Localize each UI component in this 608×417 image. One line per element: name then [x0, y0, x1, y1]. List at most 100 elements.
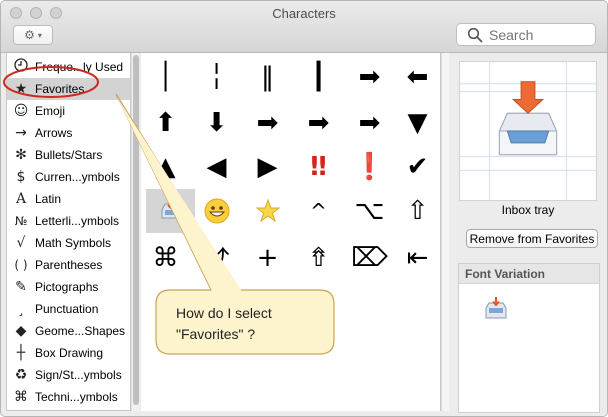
sidebar-item-frequently-used[interactable]: Freque...ly Used — [7, 56, 130, 78]
sidebar-item-latin[interactable]: A Latin — [7, 188, 130, 210]
sidebar-item-emoji[interactable]: ☺ Emoji — [7, 100, 130, 122]
diamond-icon: ◆ — [15, 323, 27, 339]
sidebar-item-label: Freque...ly Used — [35, 60, 124, 74]
sidebar-item-pictographs[interactable]: ✎ Pictographs — [7, 276, 130, 298]
character-cell[interactable]: ❗ — [345, 145, 394, 189]
character-cell[interactable]: ➡ — [243, 101, 292, 145]
inbox-tray-icon — [498, 81, 558, 156]
character-cell[interactable] — [192, 189, 241, 233]
category-sidebar: Freque...ly Used ★ Favorites ☺ Emoji → A… — [6, 53, 131, 411]
sidebar-item-label: Punctuation — [35, 302, 99, 316]
sidebar-item-geometric-shapes[interactable]: ◆ Geome...Shapes — [7, 320, 130, 342]
window-title: Characters — [272, 6, 336, 21]
sidebar-item-label: Geome...Shapes — [35, 324, 126, 338]
character-cell[interactable]: │ — [141, 55, 190, 99]
sidebar-item-currency-symbols[interactable]: $ Curren...ymbols — [7, 166, 130, 188]
clock-icon — [11, 58, 31, 76]
titlebar: Characters ⚙ ▾ — [1, 1, 607, 53]
character-info-panel: Inbox tray Remove from Favorites Font Va… — [449, 53, 607, 416]
inbox-tray-variation[interactable] — [484, 296, 508, 322]
character-cell[interactable]: ▶ — [243, 145, 292, 189]
sidebar-item-math-symbols[interactable]: √ Math Symbols — [7, 232, 130, 254]
character-cell[interactable] — [146, 189, 195, 233]
sidebar-scrollbar[interactable] — [131, 53, 139, 411]
sidebar-item-letterlike-symbols[interactable]: № Letterli...ymbols — [7, 210, 130, 232]
character-name: Inbox tray — [501, 203, 555, 217]
sidebar-item-label: Box Drawing — [35, 346, 104, 360]
grid-scrollbar[interactable] — [441, 53, 449, 411]
font-variation-header: Font Variation — [459, 264, 599, 284]
preview-guides — [460, 62, 596, 200]
remove-from-favorites-button[interactable]: Remove from Favorites — [466, 229, 598, 248]
search-field[interactable] — [456, 23, 596, 46]
star-emoji-icon — [255, 198, 280, 223]
character-preview — [459, 61, 597, 201]
sidebar-item-label: Letterli...ymbols — [35, 214, 120, 228]
sidebar-item-label: Latin — [35, 192, 62, 206]
character-cell[interactable]: ⌘ — [141, 236, 190, 280]
sidebar-item-favorites[interactable]: ★ Favorites — [7, 78, 130, 100]
character-cell[interactable]: ╎ — [192, 55, 241, 99]
comma-icon: ¸ — [17, 301, 25, 317]
sidebar-item-label: Math Symbols — [35, 236, 112, 250]
character-cell[interactable]: ⬇ — [192, 101, 241, 145]
character-cell[interactable]: ⌦ — [345, 236, 394, 280]
search-icon — [467, 27, 483, 42]
character-cell[interactable]: ‼ — [294, 145, 343, 189]
character-cell[interactable]: ⇤ — [393, 236, 442, 280]
pencil-icon: ✎ — [15, 279, 27, 295]
annotation-callout-text: How do I select "Favorites" ? — [176, 305, 272, 342]
character-cell[interactable] — [243, 189, 292, 233]
character-cell[interactable]: + — [243, 236, 292, 280]
sidebar-item-parentheses[interactable]: ( ) Parentheses — [7, 254, 130, 276]
square-root-icon: √ — [16, 235, 26, 251]
sidebar-item-label: Sign/St...ymbols — [35, 368, 122, 382]
scrollbar-thumb[interactable] — [133, 55, 139, 405]
sidebar-item-bullets-stars[interactable]: ✻ Bullets/Stars — [7, 144, 130, 166]
character-cell[interactable]: ➡ — [294, 101, 343, 145]
action-menu-button[interactable]: ⚙ ▾ — [13, 25, 53, 45]
character-cell[interactable]: ✔ — [393, 145, 442, 189]
sidebar-item-label: Techni...ymbols — [35, 390, 118, 404]
grinning-face-icon — [204, 198, 229, 224]
asterisk-icon: ✻ — [15, 147, 27, 163]
parentheses-icon: ( ) — [14, 258, 28, 272]
box-drawing-icon: ┼ — [16, 345, 26, 361]
character-cell[interactable]: ➡ — [345, 101, 394, 145]
sidebar-item-box-drawing[interactable]: ┼ Box Drawing — [7, 342, 130, 364]
character-cell[interactable]: ⬆ — [141, 101, 190, 145]
arrow-right-icon: → — [15, 125, 27, 141]
sidebar-item-label: Pictographs — [35, 280, 99, 294]
character-cell[interactable]: ▲ — [141, 145, 190, 189]
sidebar-item-label: Arrows — [35, 126, 73, 140]
latin-a-icon: A — [15, 191, 27, 207]
character-cell[interactable]: ⬅ — [393, 55, 442, 99]
numero-icon: № — [14, 214, 28, 228]
character-cell[interactable]: ◀ — [192, 145, 241, 189]
character-cell[interactable]: ➡ — [345, 55, 394, 99]
character-cell[interactable]: ⤴ — [192, 236, 241, 280]
character-cell[interactable]: ┃ — [294, 55, 343, 99]
sidebar-item-label: Favorites — [35, 82, 85, 96]
characters-window: Characters ⚙ ▾ Freque...ly Used ★ Favori… — [0, 0, 608, 417]
character-cell[interactable]: ^ — [294, 189, 343, 233]
command-icon: ⌘ — [14, 389, 28, 405]
character-cell[interactable]: ⇧ — [393, 189, 442, 233]
star-icon: ★ — [14, 81, 28, 97]
character-cell[interactable]: ⇮ — [294, 236, 343, 280]
font-variation-panel: Font Variation — [458, 263, 600, 413]
sidebar-item-label: Emoji — [35, 104, 66, 118]
sidebar-item-arrows[interactable]: → Arrows — [7, 122, 130, 144]
character-grid: │ ╎ ‖ ┃ ➡ ⬅ ⬆ ⬇ ➡ ➡ ➡ ▼ ▲ ◀ ▶ ‼ ❗ ✔ ^ ⌥ … — [141, 53, 441, 411]
sidebar-item-punctuation[interactable]: ¸ Punctuation — [7, 298, 130, 320]
character-cell[interactable]: ‖ — [243, 55, 292, 99]
chevron-down-icon: ▾ — [37, 30, 42, 40]
character-cell[interactable]: ⌥ — [345, 189, 394, 233]
sidebar-item-sign-standard-symbols[interactable]: ♻ Sign/St...ymbols — [7, 364, 130, 386]
character-cell[interactable]: ▼ — [393, 101, 442, 145]
sidebar-item-label: Parentheses — [35, 258, 103, 272]
inbox-tray-icon — [161, 201, 180, 219]
sidebar-item-technical-symbols[interactable]: ⌘ Techni...ymbols — [7, 386, 130, 408]
search-input[interactable] — [489, 26, 589, 43]
recycle-icon: ♻ — [14, 367, 28, 383]
